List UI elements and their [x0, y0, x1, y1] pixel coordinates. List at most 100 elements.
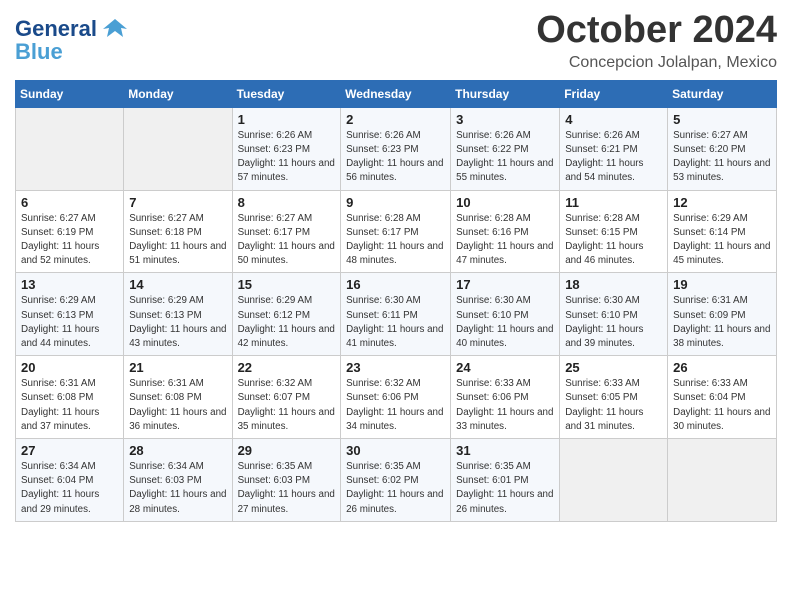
day-number: 24 — [456, 360, 554, 375]
calendar-cell — [16, 107, 124, 190]
calendar-cell: 14Sunrise: 6:29 AMSunset: 6:13 PMDayligh… — [124, 273, 232, 356]
calendar-cell: 2 Sunrise: 6:26 AMSunset: 6:23 PMDaylight… — [341, 107, 451, 190]
weekday-header-row: SundayMondayTuesdayWednesdayThursdayFrid… — [16, 80, 777, 107]
calendar-cell: 25 Sunrise: 6:33 AMSunset: 6:05 PMDayligh… — [560, 356, 668, 439]
day-number: 21 — [129, 360, 226, 375]
day-info: Sunrise: 6:28 AMSunset: 6:16 PMDaylight:… — [456, 212, 554, 269]
calendar-cell: 16Sunrise: 6:30 AMSunset: 6:11 PMDayligh… — [341, 273, 451, 356]
calendar-cell: 1 Sunrise: 6:26 AMSunset: 6:23 PMDaylight… — [232, 107, 341, 190]
calendar-cell: 17 Sunrise: 6:30 AMSunset: 6:10 PMDayligh… — [451, 273, 560, 356]
calendar-cell: 31 Sunrise: 6:35 AMSunset: 6:01 PMDayligh… — [451, 439, 560, 522]
logo: General Blue — [15, 15, 129, 65]
calendar-cell: 22 Sunrise: 6:32 AMSunset: 6:07 PMDayligh… — [232, 356, 341, 439]
calendar-cell: 6 Sunrise: 6:27 AMSunset: 6:19 PMDaylight… — [16, 190, 124, 273]
day-number: 17 — [456, 277, 554, 292]
logo-blue: Blue — [15, 39, 63, 65]
day-info: Sunrise: 6:29 AMSunset: 6:13 PMDaylight:… — [129, 294, 226, 351]
day-info: Sunrise: 6:35 AMSunset: 6:03 PMDaylight:… — [238, 460, 336, 517]
day-number: 31 — [456, 443, 554, 458]
day-number: 29 — [238, 443, 336, 458]
day-number: 2 — [346, 112, 445, 127]
calendar-week-row: 6 Sunrise: 6:27 AMSunset: 6:19 PMDaylight… — [16, 190, 777, 273]
day-info: Sunrise: 6:34 AMSunset: 6:04 PMDaylight:… — [21, 460, 118, 517]
day-info: Sunrise: 6:26 AMSunset: 6:23 PMDaylight:… — [238, 129, 336, 186]
day-number: 28 — [129, 443, 226, 458]
calendar-cell: 18Sunrise: 6:30 AMSunset: 6:10 PMDayligh… — [560, 273, 668, 356]
calendar-cell — [560, 439, 668, 522]
weekday-header-wednesday: Wednesday — [341, 80, 451, 107]
day-info: Sunrise: 6:27 AMSunset: 6:18 PMDaylight:… — [129, 212, 226, 269]
calendar-cell: 30Sunrise: 6:35 AMSunset: 6:02 PMDayligh… — [341, 439, 451, 522]
calendar-cell: 27 Sunrise: 6:34 AMSunset: 6:04 PMDayligh… — [16, 439, 124, 522]
day-number: 6 — [21, 195, 118, 210]
location-title: Concepcion Jolalpan, Mexico — [536, 54, 777, 72]
calendar-cell: 10Sunrise: 6:28 AMSunset: 6:16 PMDayligh… — [451, 190, 560, 273]
day-info: Sunrise: 6:34 AMSunset: 6:03 PMDaylight:… — [129, 460, 226, 517]
weekday-header-tuesday: Tuesday — [232, 80, 341, 107]
day-info: Sunrise: 6:27 AMSunset: 6:19 PMDaylight:… — [21, 212, 118, 269]
calendar-cell: 19 Sunrise: 6:31 AMSunset: 6:09 PMDayligh… — [668, 273, 777, 356]
calendar-cell: 7 Sunrise: 6:27 AMSunset: 6:18 PMDaylight… — [124, 190, 232, 273]
day-info: Sunrise: 6:32 AMSunset: 6:07 PMDaylight:… — [238, 377, 336, 434]
calendar-week-row: 27 Sunrise: 6:34 AMSunset: 6:04 PMDayligh… — [16, 439, 777, 522]
weekday-header-friday: Friday — [560, 80, 668, 107]
day-number: 7 — [129, 195, 226, 210]
day-number: 1 — [238, 112, 336, 127]
weekday-header-monday: Monday — [124, 80, 232, 107]
calendar-cell: 4 Sunrise: 6:26 AMSunset: 6:21 PMDaylight… — [560, 107, 668, 190]
day-info: Sunrise: 6:32 AMSunset: 6:06 PMDaylight:… — [346, 377, 445, 434]
day-number: 8 — [238, 195, 336, 210]
day-info: Sunrise: 6:26 AMSunset: 6:22 PMDaylight:… — [456, 129, 554, 186]
day-number: 23 — [346, 360, 445, 375]
day-number: 20 — [21, 360, 118, 375]
day-number: 25 — [565, 360, 662, 375]
calendar-cell: 21Sunrise: 6:31 AMSunset: 6:08 PMDayligh… — [124, 356, 232, 439]
day-number: 5 — [673, 112, 771, 127]
day-info: Sunrise: 6:29 AMSunset: 6:12 PMDaylight:… — [238, 294, 336, 351]
day-number: 9 — [346, 195, 445, 210]
day-number: 13 — [21, 277, 118, 292]
day-info: Sunrise: 6:27 AMSunset: 6:20 PMDaylight:… — [673, 129, 771, 186]
day-info: Sunrise: 6:26 AMSunset: 6:21 PMDaylight:… — [565, 129, 662, 186]
calendar-cell: 8 Sunrise: 6:27 AMSunset: 6:17 PMDaylight… — [232, 190, 341, 273]
weekday-header-saturday: Saturday — [668, 80, 777, 107]
day-number: 22 — [238, 360, 336, 375]
day-info: Sunrise: 6:31 AMSunset: 6:09 PMDaylight:… — [673, 294, 771, 351]
calendar-cell: 13 Sunrise: 6:29 AMSunset: 6:13 PMDayligh… — [16, 273, 124, 356]
logo-bird-icon — [101, 15, 129, 43]
day-number: 19 — [673, 277, 771, 292]
calendar-cell — [668, 439, 777, 522]
calendar-cell: 12Sunrise: 6:29 AMSunset: 6:14 PMDayligh… — [668, 190, 777, 273]
day-info: Sunrise: 6:26 AMSunset: 6:23 PMDaylight:… — [346, 129, 445, 186]
day-info: Sunrise: 6:35 AMSunset: 6:01 PMDaylight:… — [456, 460, 554, 517]
calendar-cell: 26Sunrise: 6:33 AMSunset: 6:04 PMDayligh… — [668, 356, 777, 439]
day-info: Sunrise: 6:31 AMSunset: 6:08 PMDaylight:… — [21, 377, 118, 434]
day-number: 26 — [673, 360, 771, 375]
day-number: 3 — [456, 112, 554, 127]
calendar-cell: 24Sunrise: 6:33 AMSunset: 6:06 PMDayligh… — [451, 356, 560, 439]
calendar-cell: 29 Sunrise: 6:35 AMSunset: 6:03 PMDayligh… — [232, 439, 341, 522]
calendar-cell: 9 Sunrise: 6:28 AMSunset: 6:17 PMDaylight… — [341, 190, 451, 273]
day-info: Sunrise: 6:33 AMSunset: 6:05 PMDaylight:… — [565, 377, 662, 434]
day-number: 16 — [346, 277, 445, 292]
day-info: Sunrise: 6:28 AMSunset: 6:17 PMDaylight:… — [346, 212, 445, 269]
month-title: October 2024 — [536, 10, 777, 52]
calendar-week-row: 1 Sunrise: 6:26 AMSunset: 6:23 PMDaylight… — [16, 107, 777, 190]
day-number: 15 — [238, 277, 336, 292]
calendar-cell: 23 Sunrise: 6:32 AMSunset: 6:06 PMDayligh… — [341, 356, 451, 439]
calendar-cell: 5 Sunrise: 6:27 AMSunset: 6:20 PMDaylight… — [668, 107, 777, 190]
calendar-table: SundayMondayTuesdayWednesdayThursdayFrid… — [15, 80, 777, 522]
weekday-header-thursday: Thursday — [451, 80, 560, 107]
day-info: Sunrise: 6:30 AMSunset: 6:10 PMDaylight:… — [456, 294, 554, 351]
day-info: Sunrise: 6:29 AMSunset: 6:13 PMDaylight:… — [21, 294, 118, 351]
day-info: Sunrise: 6:30 AMSunset: 6:10 PMDaylight:… — [565, 294, 662, 351]
day-number: 11 — [565, 195, 662, 210]
day-number: 27 — [21, 443, 118, 458]
day-number: 30 — [346, 443, 445, 458]
day-info: Sunrise: 6:27 AMSunset: 6:17 PMDaylight:… — [238, 212, 336, 269]
day-number: 4 — [565, 112, 662, 127]
weekday-header-sunday: Sunday — [16, 80, 124, 107]
calendar-week-row: 20 Sunrise: 6:31 AMSunset: 6:08 PMDayligh… — [16, 356, 777, 439]
day-info: Sunrise: 6:28 AMSunset: 6:15 PMDaylight:… — [565, 212, 662, 269]
calendar-cell: 3 Sunrise: 6:26 AMSunset: 6:22 PMDaylight… — [451, 107, 560, 190]
